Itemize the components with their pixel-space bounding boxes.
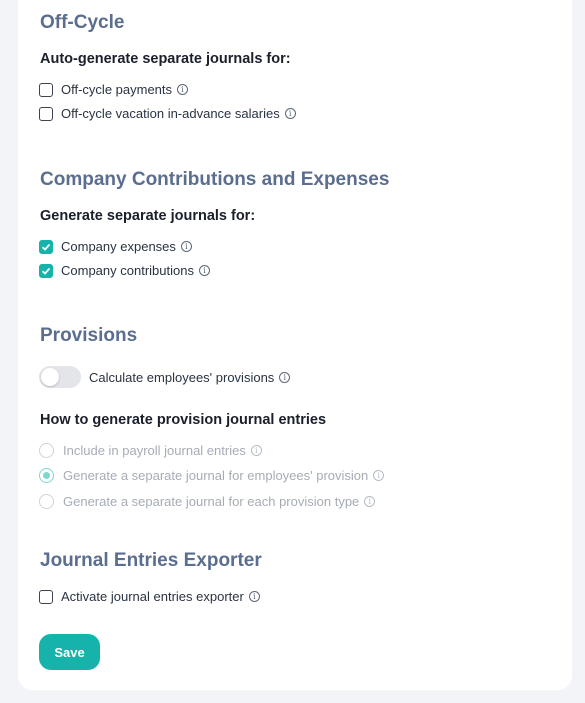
activate-exporter-label: Activate journal entries exporter (61, 589, 244, 604)
contributions-subtitle: Generate separate journals for: (40, 208, 256, 224)
activate-exporter-option[interactable]: Activate journal entries exporter i (39, 589, 260, 604)
info-icon[interactable]: i (198, 265, 210, 276)
exporter-title: Journal Entries Exporter (40, 550, 262, 571)
separate-journal-employees-radio[interactable] (39, 468, 54, 483)
off-cycle-payments-label: Off-cycle payments (61, 82, 173, 97)
info-icon[interactable]: i (177, 84, 189, 95)
off-cycle-vacation-label: Off-cycle vacation in-advance salaries (61, 106, 280, 121)
save-button[interactable]: Save (39, 634, 100, 670)
off-cycle-payments-checkbox[interactable] (39, 82, 53, 97)
provisions-toggle-row: Calculate employees' provisions i (39, 366, 291, 388)
check-icon (41, 243, 51, 251)
provision-option-separate-employees[interactable]: Generate a separate journal for employee… (39, 468, 385, 483)
info-icon: i (250, 445, 262, 456)
company-contributions-checkbox[interactable] (39, 263, 53, 278)
provisions-title: Provisions (40, 325, 138, 346)
calculate-provisions-toggle[interactable] (39, 366, 81, 388)
off-cycle-payments-option[interactable]: Off-cycle payments i (39, 82, 189, 97)
off-cycle-vacation-option[interactable]: Off-cycle vacation in-advance salaries i (39, 106, 296, 121)
info-icon[interactable]: i (279, 371, 291, 383)
provision-option-label: Include in payroll journal entries (63, 443, 246, 458)
info-icon: i (373, 470, 385, 481)
company-contributions-option[interactable]: Company contributions i (39, 263, 210, 278)
info-icon[interactable]: i (284, 108, 296, 119)
provision-option-label: Generate a separate journal for each pro… (63, 494, 360, 509)
off-cycle-subtitle: Auto-generate separate journals for: (40, 51, 291, 67)
provisions-subtitle: How to generate provision journal entrie… (40, 412, 327, 428)
separate-journal-type-radio[interactable] (39, 494, 54, 509)
provision-option-label: Generate a separate journal for employee… (63, 468, 369, 483)
provision-option-include[interactable]: Include in payroll journal entries i (39, 443, 262, 458)
activate-exporter-checkbox[interactable] (39, 589, 53, 604)
calculate-provisions-label: Calculate employees' provisions (89, 369, 275, 385)
contributions-title: Company Contributions and Expenses (40, 169, 390, 190)
provision-option-separate-type[interactable]: Generate a separate journal for each pro… (39, 494, 376, 509)
company-expenses-checkbox[interactable] (39, 239, 53, 254)
off-cycle-vacation-checkbox[interactable] (39, 106, 53, 121)
off-cycle-title: Off-Cycle (40, 12, 125, 33)
company-contributions-label: Company contributions (61, 263, 194, 278)
info-icon: i (364, 496, 376, 507)
include-in-payroll-radio[interactable] (39, 443, 54, 458)
check-icon (41, 267, 51, 275)
info-icon[interactable]: i (180, 241, 192, 252)
company-expenses-label: Company expenses (61, 239, 176, 254)
company-expenses-option[interactable]: Company expenses i (39, 239, 192, 254)
info-icon[interactable]: i (248, 591, 260, 602)
